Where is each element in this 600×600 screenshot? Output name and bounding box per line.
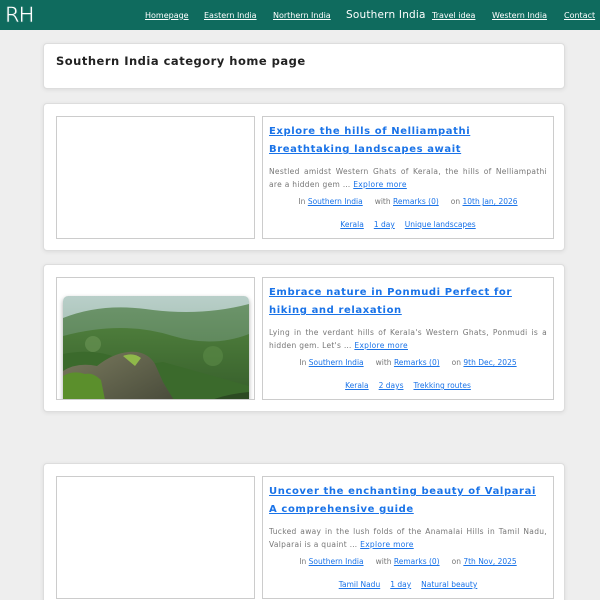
post-title-link[interactable]: Explore the hills of Nelliampathi Breath…	[269, 123, 547, 159]
post-category-group: In Southern India	[298, 197, 362, 206]
tag-link[interactable]: Kerala	[345, 381, 369, 390]
post-date-group: on 7th Nov, 2025	[452, 557, 517, 566]
in-label: In	[299, 358, 307, 367]
with-label: with	[374, 197, 391, 206]
on-label: on	[451, 358, 462, 367]
post-date-group: on 9th Dec, 2025	[452, 358, 517, 367]
nav-item-western-india[interactable]: Western India	[492, 0, 547, 30]
post-thumbnail-placeholder[interactable]	[56, 116, 255, 239]
in-label: In	[298, 197, 306, 206]
on-label: on	[451, 557, 461, 566]
tag-link[interactable]: 2 days	[379, 381, 404, 390]
nav-link-travel-idea[interactable]: Travel idea	[432, 11, 475, 20]
post-remarks-group: with Remarks (0)	[375, 197, 439, 206]
post-tags: Tamil Nadu 1 day Natural beauty	[269, 580, 547, 589]
post-excerpt-text: Lying in the verdant hills of Kerala's W…	[269, 328, 547, 350]
post-card: Explore the hills of Nelliampathi Breath…	[43, 103, 565, 251]
post-category-link[interactable]: Southern India	[309, 358, 364, 367]
post-title-link[interactable]: Embrace nature in Ponmudi Perfect for hi…	[269, 284, 547, 320]
post-category-link[interactable]: Southern India	[309, 557, 364, 566]
with-label: with	[375, 557, 392, 566]
post-tags: Kerala 1 day Unique landscapes	[269, 220, 547, 229]
nav-item-eastern-india[interactable]: Eastern India	[204, 0, 257, 30]
post-tags: Kerala 2 days Trekking routes	[269, 381, 547, 390]
post-date-group: on 10th Jan, 2026	[451, 197, 518, 206]
with-label: with	[375, 358, 392, 367]
post-meta: In Southern India with Remarks (0) on 10…	[269, 197, 547, 206]
nav-item-contact[interactable]: Contact	[564, 0, 595, 30]
tag-link[interactable]: 1 day	[374, 220, 395, 229]
post-excerpt: Tucked away in the lush folds of the Ana…	[269, 526, 547, 551]
post-remarks-link[interactable]: Remarks (0)	[394, 358, 440, 367]
explore-more-link[interactable]: Explore more	[360, 540, 414, 549]
category-header-card: Southern India category home page	[43, 43, 565, 89]
nav-item-northern-india[interactable]: Northern India	[273, 0, 331, 30]
site-logo[interactable]: RH	[5, 3, 35, 28]
nav-item-travel-idea[interactable]: Travel idea	[432, 0, 475, 30]
post-remarks-link[interactable]: Remarks (0)	[394, 557, 440, 566]
nav-item-homepage[interactable]: Homepage	[145, 0, 189, 30]
post-date-link[interactable]: 10th Jan, 2026	[463, 197, 518, 206]
post-excerpt: Nestled amidst Western Ghats of Kerala, …	[269, 166, 547, 191]
page-title: Southern India category home page	[56, 54, 306, 68]
nav-link-eastern-india[interactable]: Eastern India	[204, 11, 257, 20]
nav-link-southern-india[interactable]: Southern India	[346, 9, 426, 21]
nav-link-contact[interactable]: Contact	[564, 11, 595, 20]
post-remarks-link[interactable]: Remarks (0)	[393, 197, 439, 206]
post-thumbnail[interactable]	[56, 277, 255, 400]
post-body: Explore the hills of Nelliampathi Breath…	[262, 116, 554, 239]
post-body: Uncover the enchanting beauty of Valpara…	[262, 476, 554, 599]
tag-link[interactable]: Trekking routes	[413, 381, 470, 390]
post-body: Embrace nature in Ponmudi Perfect for hi…	[262, 277, 554, 400]
ponmudi-hills-photo[interactable]	[63, 296, 249, 399]
tag-link[interactable]: Tamil Nadu	[339, 580, 381, 589]
post-category-group: In Southern India	[299, 557, 363, 566]
tag-link[interactable]: Unique landscapes	[405, 220, 476, 229]
on-label: on	[450, 197, 461, 206]
explore-more-link[interactable]: Explore more	[353, 180, 407, 189]
post-thumbnail-placeholder[interactable]	[56, 476, 255, 599]
tag-link[interactable]: Kerala	[340, 220, 364, 229]
nav-item-southern-india[interactable]: Southern India	[346, 0, 426, 30]
post-date-link[interactable]: 9th Dec, 2025	[463, 358, 516, 367]
post-excerpt-text: Nestled amidst Western Ghats of Kerala, …	[269, 167, 547, 189]
post-title-link[interactable]: Uncover the enchanting beauty of Valpara…	[269, 483, 547, 519]
post-meta: In Southern India with Remarks (0) on 7t…	[269, 557, 547, 566]
post-card: Uncover the enchanting beauty of Valpara…	[43, 463, 565, 600]
post-remarks-group: with Remarks (0)	[376, 358, 440, 367]
tag-link[interactable]: Natural beauty	[421, 580, 477, 589]
post-category-group: In Southern India	[299, 358, 363, 367]
post-card: Embrace nature in Ponmudi Perfect for hi…	[43, 264, 565, 412]
ponmudi-hills-image	[63, 296, 249, 399]
top-navigation-bar: RH Homepage Eastern India Northern India…	[0, 0, 600, 30]
nav-link-northern-india[interactable]: Northern India	[273, 11, 331, 20]
post-excerpt: Lying in the verdant hills of Kerala's W…	[269, 327, 547, 352]
post-category-link[interactable]: Southern India	[308, 197, 363, 206]
in-label: In	[299, 557, 307, 566]
nav-link-western-india[interactable]: Western India	[492, 11, 547, 20]
explore-more-link[interactable]: Explore more	[354, 341, 408, 350]
post-date-link[interactable]: 7th Nov, 2025	[463, 557, 516, 566]
tag-link[interactable]: 1 day	[390, 580, 411, 589]
post-meta: In Southern India with Remarks (0) on 9t…	[269, 358, 547, 367]
nav-link-homepage[interactable]: Homepage	[145, 11, 189, 20]
post-remarks-group: with Remarks (0)	[376, 557, 440, 566]
